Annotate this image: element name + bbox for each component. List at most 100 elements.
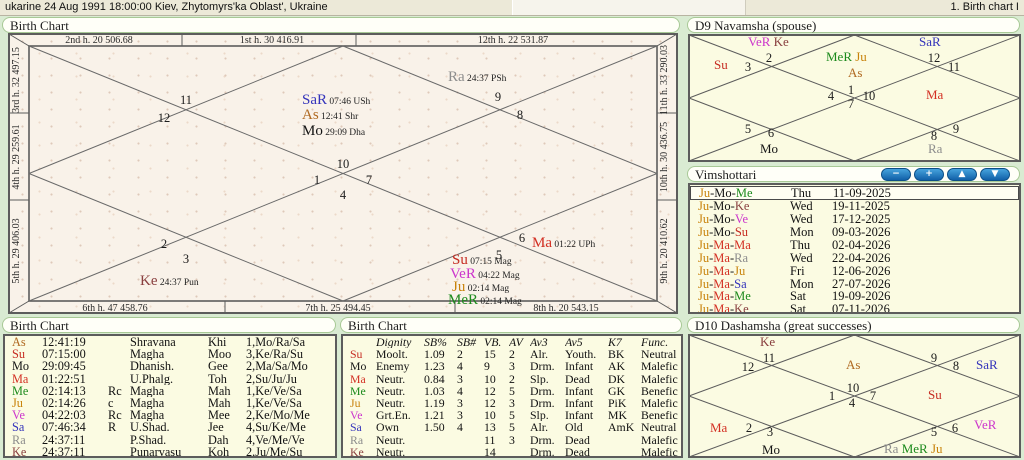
planet-As: As 12:41 Shr [302, 107, 359, 123]
planet-Ra: Ra 24:37 PSh [448, 69, 507, 85]
cell-av5: Infant [565, 396, 594, 410]
col-header-func: Func. [641, 336, 669, 349]
dasha-row-Ju-Mo-Me[interactable]: Ju-Mo-Me Thu 11-09-2025 [690, 186, 1019, 200]
dasha-lord-Mo: Mo [714, 186, 732, 200]
strength-row-Su: SuMoolt.1.092152Alr.Youth.BKNeutral8/8/1 [343, 348, 681, 360]
cell-sb: 0.84 [424, 372, 445, 385]
house-number-9: 9 [953, 122, 959, 136]
motion-flag [108, 434, 130, 446]
cell-k7 [608, 446, 641, 456]
dasha-row-Ju-Mo-Ke[interactable]: Ju-Mo-Ke Wed 19-11-2025 [690, 200, 1019, 213]
cell-func: Malefic [641, 360, 678, 373]
col-header-vb: VB. [484, 336, 502, 349]
dasha-row-Ju-Mo-Ve[interactable]: Ju-Mo-Ve Wed 17-12-2025 [690, 213, 1019, 226]
nakshatra: Magha [130, 409, 165, 422]
dasha-lord-Ke: Ke [734, 302, 749, 314]
dasha-date: 09-03-2026 [832, 224, 891, 239]
dasha-date: 07-11-2026 [832, 302, 890, 314]
dasha-lord-Ma: Ma [713, 250, 730, 265]
cell-func: Benefic [641, 384, 678, 397]
cell-vb: 10 [484, 372, 496, 385]
planet-group: Ma [926, 87, 944, 102]
longitude: 12:41:19 [42, 336, 86, 349]
dasha-day: Wed [790, 199, 813, 214]
planet-abbr: Su [350, 348, 363, 361]
positions-title: Birth Chart [10, 317, 69, 333]
house-number-7: 7 [366, 173, 372, 187]
dasha-lord-Ju: Ju [698, 237, 710, 252]
cell-dignity: Neutr. [376, 445, 406, 458]
planet-MeR: MeR [898, 441, 928, 456]
col-header-k7: K7 [608, 336, 622, 349]
chart-tab-label: 1. Birth chart I [950, 1, 1019, 13]
cell-sb: 2 [457, 348, 463, 361]
dasha-row-Ju-Ma-Sa[interactable]: Ju-Ma-Sa Mon 27-07-2026 [690, 277, 1019, 290]
dasha-row-Ju-Ma-Ra[interactable]: Ju-Ma-Ra Wed 22-04-2026 [690, 252, 1019, 265]
longitude: 02:14:26 [42, 396, 86, 410]
nakshatra: Dhanish. [130, 360, 175, 373]
planet-MeR: MeR 02:14 Mag [448, 292, 522, 308]
vimshottari-panel: Vimshottari − + ▲ ▼ Ju-Mo-Me Thu 11-09-2025 Ju… [687, 166, 1022, 315]
planet-abbr: Mo [350, 360, 367, 373]
cell-k7: PiK [608, 396, 627, 410]
zoom-in-button[interactable]: + [914, 167, 944, 181]
house-number-8: 8 [517, 108, 523, 122]
syllable: Mee [208, 409, 230, 422]
planet-Ma: Ma [926, 87, 944, 102]
syllable: Toh [208, 372, 227, 385]
dasha-lord-Ma: Ma [713, 263, 730, 278]
dasha-lord-Ra: Ra [734, 250, 749, 265]
scroll-down-button[interactable]: ▼ [980, 167, 1010, 181]
planet-abbr-MeR: MeR [448, 292, 478, 308]
edge-label-right-0: 11th h. 33 290.03 [659, 45, 670, 115]
position-row-Me: Me 02:14:13 Rc Magha Mah 1,Ke/Ve/Sa [5, 385, 335, 397]
dasha-row-Ju-Ma-Ke[interactable]: Ju-Ma-Ke Sat 07-11-2026 [690, 302, 1019, 314]
scroll-up-button[interactable]: ▲ [947, 167, 977, 181]
d9-header: D9 Navamsha (spouse) [687, 17, 1020, 33]
nakshatra: Punarvasu [130, 445, 182, 458]
edge-label-top-2: 12th h. 22 531.87 [478, 35, 548, 46]
cell-av3: Drm. [530, 433, 555, 446]
syllable: Koh [208, 445, 230, 458]
d10-header: D10 Dashamsha (great successes) [687, 317, 1020, 333]
cell-sb: 1.21 [424, 409, 445, 422]
dasha-row-Ju-Ma-Me[interactable]: Ju-Ma-Me Sat 19-09-2026 [690, 290, 1019, 303]
dasha-row-Ju-Mo-Su[interactable]: Ju-Mo-Su Mon 09-03-2026 [690, 226, 1019, 239]
edge-label-right-1: 10th h. 30 436.75 [659, 122, 670, 192]
vimshottari-list: Ju-Mo-Me Thu 11-09-2025 Ju-Mo-Ke Wed 19-11-20… [688, 183, 1021, 314]
cell-av3: Drm. [530, 384, 555, 397]
dasha-lord-Mo: Mo [713, 212, 731, 227]
planet-Ju: Ju [928, 441, 943, 456]
zoom-out-button[interactable]: − [881, 167, 911, 181]
lords: 2,Ju/Me/Su [246, 445, 303, 458]
cell-av: 2 [509, 372, 515, 385]
dasha-lord-Ju: Ju [698, 302, 710, 314]
dasha-lord-Ju: Ju [698, 263, 710, 278]
strength-row-Ve: VeGrt.En.1.213105Slp.InfantMKBenefic8/8/… [343, 409, 681, 421]
vimshottari-buttons: − + ▲ ▼ [881, 167, 1010, 181]
dasha-row-Ju-Ma-Ma[interactable]: Ju-Ma-Ma Thu 02-04-2026 [690, 239, 1019, 252]
house-number-1: 1 [829, 389, 835, 403]
house-number-8: 8 [953, 359, 959, 373]
dasha-row-Ju-Ma-Ju[interactable]: Ju-Ma-Ju Fri 12-06-2026 [690, 264, 1019, 277]
planet-abbr: Ma [350, 372, 366, 385]
planet-abbr-Ke: Ke [140, 273, 158, 289]
motion-flag: Rc [108, 409, 122, 422]
cell-func: Malefic [641, 433, 678, 446]
planet-abbr: Mo [12, 360, 30, 373]
dasha-lord-Ma: Ma [713, 276, 730, 291]
planet-abbr: Ve [12, 409, 25, 422]
planet-abbr: As [12, 336, 26, 349]
motion-flag [108, 348, 130, 360]
house-number-3: 3 [183, 252, 189, 266]
planet-detail-Mo: 29:09 Dha [323, 128, 366, 138]
planet-group: Ra MeR Ju [884, 441, 943, 456]
strength-row-Ke: KeNeutr.14Drm.DeadMalefic6/6/11 [343, 445, 681, 458]
planet-As: As [846, 357, 860, 372]
positions-header: Birth Chart [2, 317, 336, 333]
planet-Ju: Ju [852, 49, 867, 64]
house-number-2: 2 [766, 51, 772, 65]
planet-abbr: Ju [12, 396, 23, 410]
planet-As: As [848, 65, 862, 80]
planet-abbr: Ke [350, 445, 364, 458]
